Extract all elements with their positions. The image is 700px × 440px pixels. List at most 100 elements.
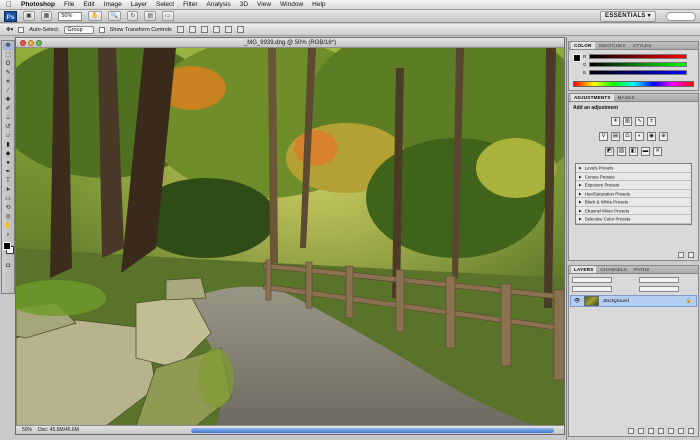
menu-select[interactable]: Select: [156, 0, 174, 10]
menu-layer[interactable]: Layer: [131, 0, 147, 10]
3d-rotate-tool-icon[interactable]: ⟲: [3, 204, 13, 212]
quick-mask-icon[interactable]: ◘: [3, 262, 13, 270]
auto-select-checkbox[interactable]: [18, 26, 25, 33]
hand-tool-button[interactable]: ✋: [88, 11, 102, 21]
horizontal-scrollbar[interactable]: [191, 428, 554, 433]
zoom-window-icon[interactable]: [36, 40, 42, 46]
tab-paths[interactable]: PATHS: [631, 266, 653, 273]
preset-channel-mixer[interactable]: Channel Mixer Presets: [576, 207, 691, 215]
clip-layer-icon[interactable]: [678, 252, 684, 258]
pen-tool-icon[interactable]: ✒: [3, 168, 13, 176]
new-layer-icon[interactable]: [678, 428, 684, 434]
vibrance-icon[interactable]: V: [599, 132, 608, 141]
zoom-tool-icon[interactable]: ⌕: [3, 231, 13, 239]
align-bottom-icon[interactable]: [200, 26, 208, 33]
levels-icon[interactable]: ▥: [623, 117, 632, 126]
blur-tool-icon[interactable]: ◆: [3, 150, 13, 158]
layer-row-background[interactable]: 👁 Background 🔒: [570, 295, 697, 307]
align-center-icon[interactable]: [224, 26, 232, 33]
layer-style-icon[interactable]: [638, 428, 644, 434]
posterize-icon[interactable]: ▨: [617, 147, 626, 156]
quick-select-tool-icon[interactable]: ✎: [3, 69, 13, 77]
eye-visibility-icon[interactable]: 👁: [574, 298, 580, 304]
menu-image[interactable]: Image: [104, 0, 122, 10]
crop-tool-icon[interactable]: ⌗: [3, 78, 13, 86]
tab-layers[interactable]: LAYERS: [571, 266, 597, 273]
menu-view[interactable]: View: [257, 0, 271, 10]
3d-orbit-tool-icon[interactable]: ◎: [3, 213, 13, 221]
type-tool-icon[interactable]: T: [3, 177, 13, 185]
lasso-tool-icon[interactable]: ʘ: [3, 60, 13, 68]
align-top-icon[interactable]: [176, 26, 184, 33]
photo-filter-icon[interactable]: ◉: [647, 132, 656, 141]
history-brush-tool-icon[interactable]: ↺: [3, 123, 13, 131]
minimize-window-icon[interactable]: [28, 40, 34, 46]
menu-window[interactable]: Window: [280, 0, 303, 10]
link-layers-icon[interactable]: [628, 428, 634, 434]
menu-file[interactable]: File: [64, 0, 74, 10]
workspace-switcher[interactable]: ESSENTIALS ▾: [600, 10, 656, 22]
launch-bridge-button[interactable]: ▣: [23, 11, 35, 21]
invert-icon[interactable]: ◩: [605, 147, 614, 156]
exposure-icon[interactable]: ±: [647, 117, 656, 126]
preset-curves[interactable]: Curves Presets: [576, 173, 691, 181]
preset-black-white[interactable]: Black & White Presets: [576, 198, 691, 207]
curves-icon[interactable]: ∿: [635, 117, 644, 126]
align-middle-icon[interactable]: [188, 26, 196, 33]
move-tool-icon[interactable]: ✥: [3, 42, 13, 50]
tab-channels[interactable]: CHANNELS: [597, 266, 630, 273]
preset-hue-saturation[interactable]: Hue/Saturation Presets: [576, 190, 691, 198]
opacity-field[interactable]: [639, 277, 679, 283]
clone-stamp-tool-icon[interactable]: ⊥: [3, 114, 13, 122]
add-mask-icon[interactable]: [648, 428, 654, 434]
preset-selective-color[interactable]: Selective Color Presets: [576, 215, 691, 224]
gradient-tool-icon[interactable]: ▮: [3, 141, 13, 149]
preset-exposure[interactable]: Exposure Presets: [576, 181, 691, 190]
trash-icon[interactable]: [688, 252, 694, 258]
path-select-tool-icon[interactable]: ➤: [3, 186, 13, 194]
color-balance-icon[interactable]: ⚖: [623, 132, 632, 141]
menu-filter[interactable]: Filter: [183, 0, 197, 10]
dodge-tool-icon[interactable]: ●: [3, 159, 13, 167]
menu-edit[interactable]: Edit: [83, 0, 94, 10]
eraser-tool-icon[interactable]: ▱: [3, 132, 13, 140]
rotate-view-button[interactable]: ↻: [127, 11, 139, 21]
green-slider[interactable]: [589, 62, 687, 67]
align-right-icon[interactable]: [236, 26, 244, 33]
screen-mode-button[interactable]: ▭: [162, 11, 174, 21]
shape-tool-icon[interactable]: ▭: [3, 195, 13, 203]
lock-options[interactable]: [572, 286, 612, 292]
menu-3d[interactable]: 3D: [240, 0, 248, 10]
zoom-level-field[interactable]: 50%: [58, 11, 83, 21]
foreground-color-swatch[interactable]: [3, 242, 11, 250]
fill-field[interactable]: [639, 286, 679, 292]
gradient-map-icon[interactable]: ▬: [641, 147, 650, 156]
color-spectrum-ramp[interactable]: [573, 81, 694, 87]
menu-analysis[interactable]: Analysis: [207, 0, 231, 10]
close-window-icon[interactable]: [20, 40, 26, 46]
eyedropper-tool-icon[interactable]: ⁄: [3, 87, 13, 95]
menu-app-name[interactable]: Photoshop: [21, 0, 55, 10]
arrange-documents-button[interactable]: ▤: [144, 11, 157, 21]
tab-color[interactable]: COLOR: [571, 42, 595, 49]
view-extras-button[interactable]: ▦: [40, 11, 53, 21]
tab-swatches[interactable]: SWATCHES: [596, 42, 629, 49]
brush-tool-icon[interactable]: ✐: [3, 105, 13, 113]
new-adjustment-icon[interactable]: [658, 428, 664, 434]
status-doc-info[interactable]: Doc: 45.6M/45.6M: [38, 427, 79, 433]
marquee-tool-icon[interactable]: ⬚: [3, 51, 13, 59]
zoom-tool-button[interactable]: 🔍: [107, 11, 122, 21]
auto-select-dropdown[interactable]: Group: [64, 25, 94, 34]
tab-styles[interactable]: STYLES: [630, 42, 655, 49]
new-group-icon[interactable]: [668, 428, 674, 434]
tab-masks[interactable]: MASKS: [615, 94, 638, 101]
channel-mixer-icon[interactable]: ⊕: [659, 132, 668, 141]
red-slider[interactable]: [589, 54, 687, 59]
image-canvas[interactable]: [16, 48, 564, 426]
hue-saturation-icon[interactable]: ▤: [611, 132, 620, 141]
menu-help[interactable]: Help: [312, 0, 325, 10]
blue-slider[interactable]: [589, 70, 687, 75]
align-left-icon[interactable]: [212, 26, 220, 33]
apple-menu-icon[interactable]: : [6, 0, 12, 10]
move-tool-preset-icon[interactable]: ✥▾: [6, 27, 13, 33]
